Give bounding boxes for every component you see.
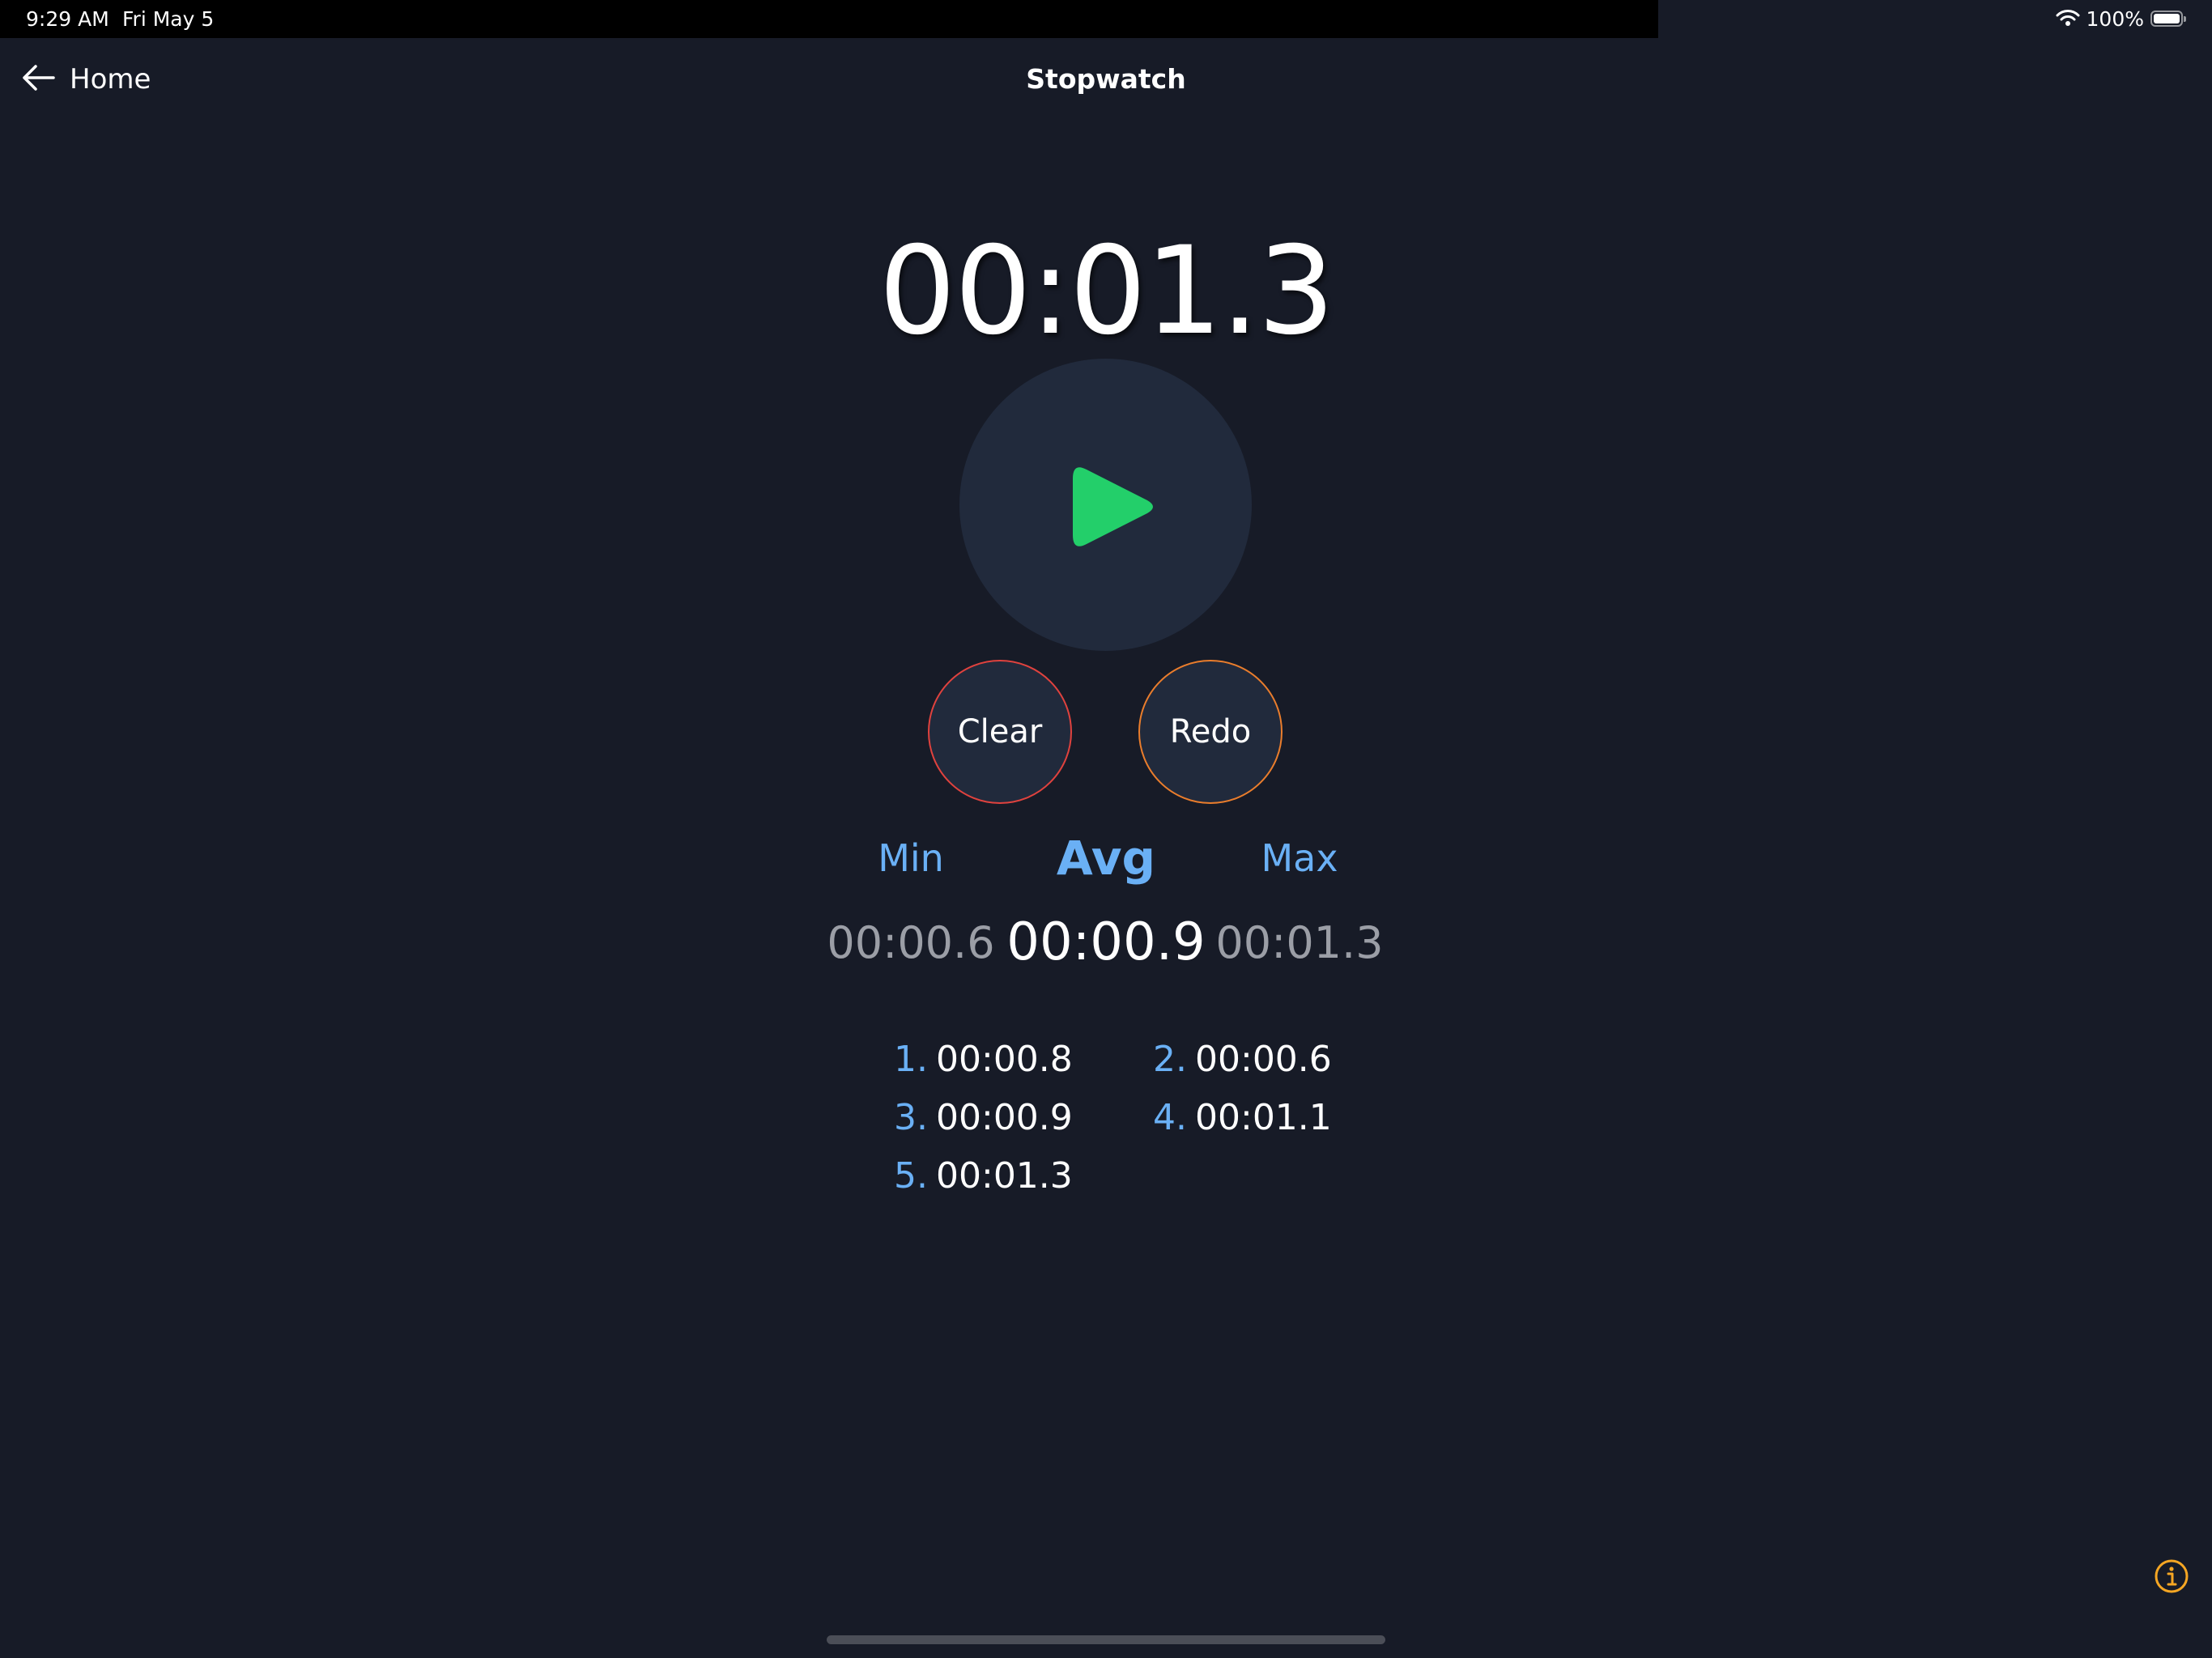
- lap-time: 00:00.9: [936, 1097, 1073, 1138]
- clear-button[interactable]: Clear: [928, 660, 1072, 804]
- lap-number: 4: [1153, 1097, 1176, 1138]
- timer-display: 00:01.3: [878, 221, 1334, 362]
- stat-avg-label: Avg: [1056, 831, 1156, 886]
- stat-max-label: Max: [1261, 836, 1338, 880]
- lap-time: 00:00.8: [936, 1039, 1073, 1080]
- status-bar: 9:29 AM Fri May 5 100%: [0, 0, 2212, 38]
- lap-number: 3: [894, 1097, 917, 1138]
- stat-min-label: Min: [878, 836, 944, 880]
- lap-item: 2. 00:00.6: [1143, 1035, 1332, 1084]
- info-icon: [2155, 1559, 2189, 1593]
- lap-time: 00:00.6: [1195, 1039, 1332, 1080]
- lap-item: 3. 00:00.9: [884, 1094, 1073, 1142]
- stat-min-value: 00:00.6: [827, 917, 995, 968]
- play-icon: [1073, 467, 1153, 546]
- redo-button[interactable]: Redo: [1138, 660, 1283, 804]
- stat-avg-value: 00:00.9: [1006, 912, 1206, 972]
- lap-time: 00:01.3: [936, 1155, 1073, 1197]
- battery-level-fill: [2154, 13, 2180, 23]
- lap-number: 2: [1153, 1039, 1176, 1080]
- lap-item: 5. 00:01.3: [884, 1152, 1073, 1201]
- status-date: Fri May 5: [122, 7, 215, 31]
- stopwatch-screen: 9:29 AM Fri May 5 100% Home Stopwatch 00…: [0, 0, 2212, 1658]
- lap-number: 1: [894, 1039, 917, 1080]
- battery-icon: [2150, 10, 2188, 28]
- stat-max-value: 00:01.3: [1215, 917, 1384, 968]
- status-bar-background: [0, 0, 1658, 38]
- lap-item: 4. 00:01.1: [1143, 1094, 1332, 1142]
- status-right-group: 100%: [2056, 6, 2188, 32]
- lap-time: 00:01.1: [1195, 1097, 1332, 1138]
- page-title: Stopwatch: [1026, 63, 1186, 95]
- battery-percent: 100%: [2086, 7, 2144, 31]
- home-indicator[interactable]: [827, 1635, 1385, 1644]
- play-button[interactable]: [959, 359, 1252, 651]
- wifi-icon: [2056, 9, 2080, 30]
- info-button[interactable]: [2154, 1558, 2189, 1594]
- status-time: 9:29 AM: [26, 7, 109, 31]
- lap-number: 5: [894, 1155, 917, 1197]
- lap-item: 1. 00:00.8: [884, 1035, 1073, 1084]
